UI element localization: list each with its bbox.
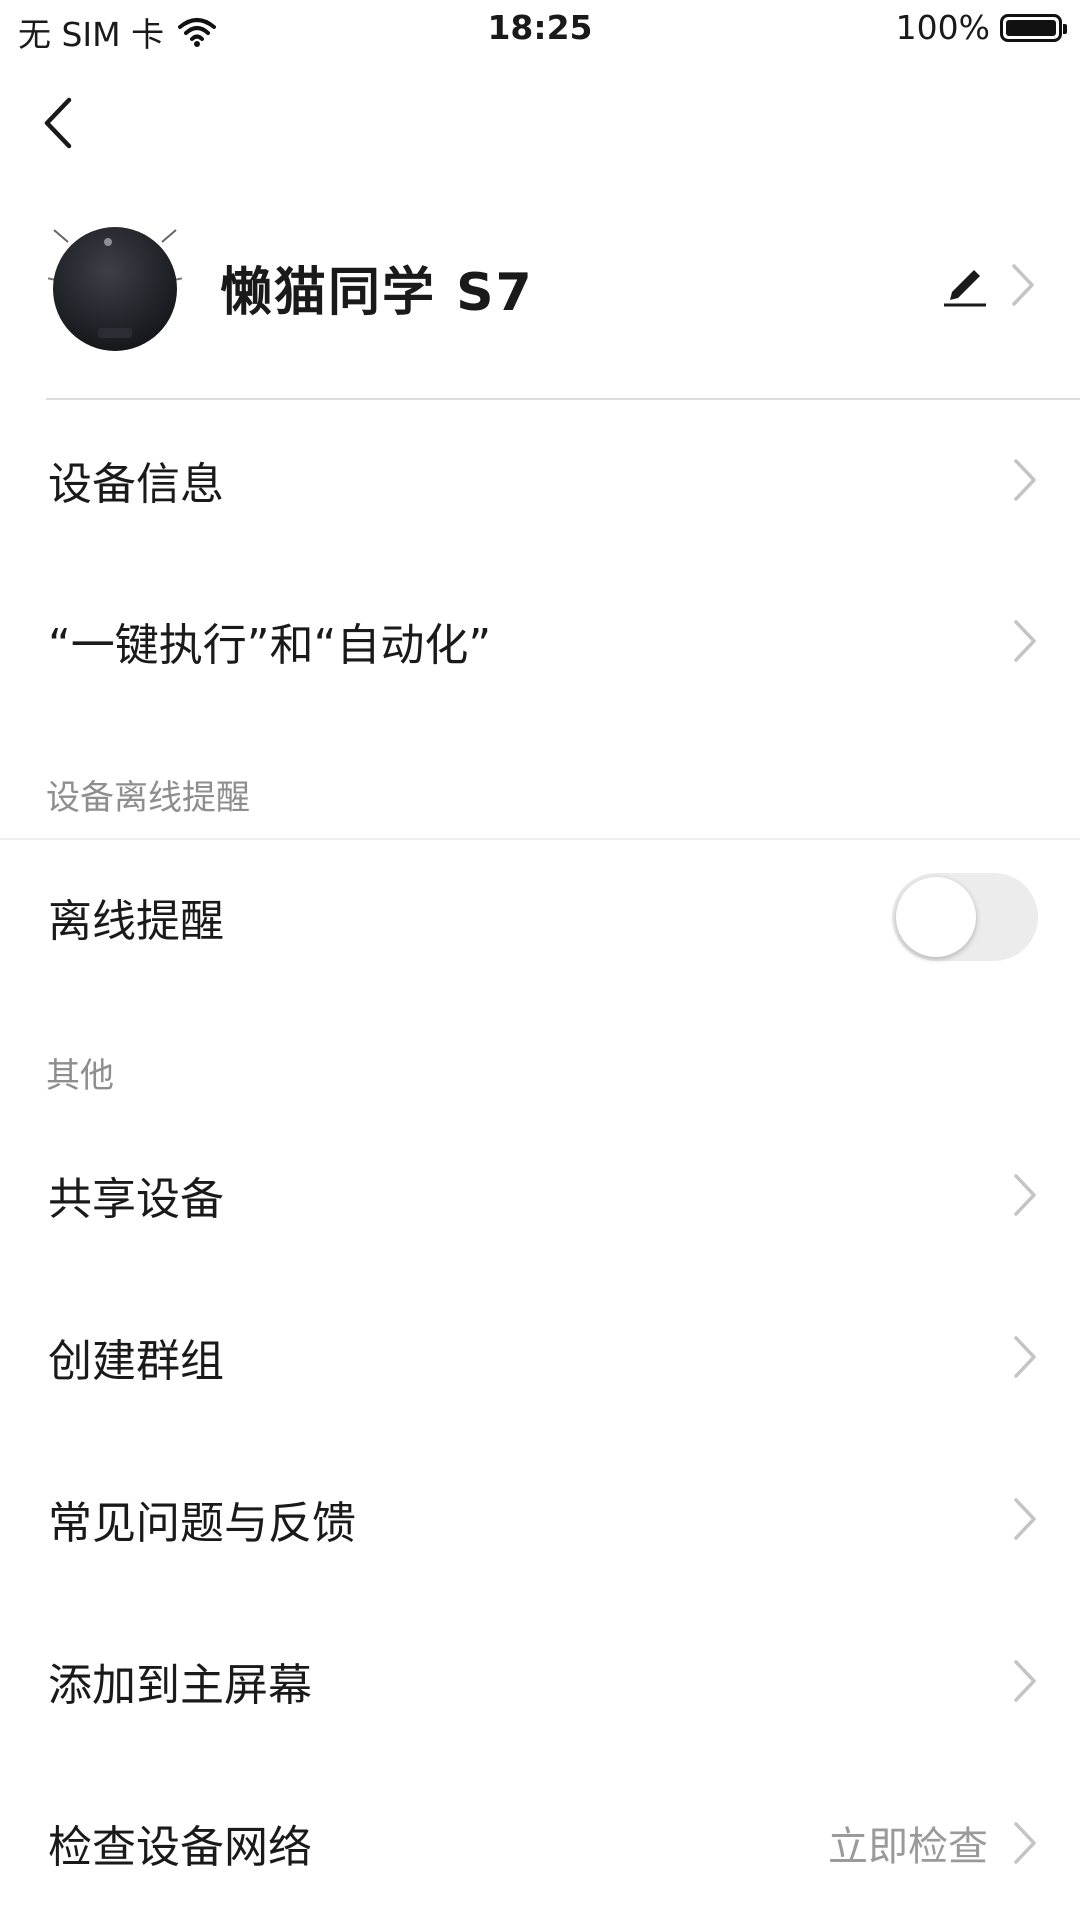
menu-item-label: 共享设备 — [48, 1174, 224, 1225]
battery-icon — [1000, 13, 1067, 42]
menu-item-check-network[interactable]: 检查设备网络 立即检查 — [0, 1788, 1080, 1898]
chevron-right-icon — [1014, 1336, 1036, 1378]
section-title-other: 其他 — [46, 1056, 114, 1096]
pencil-icon[interactable] — [940, 258, 990, 308]
menu-item-device-info[interactable]: 设备信息 — [0, 425, 1080, 535]
device-name: 懒猫同学 S7 — [220, 263, 534, 323]
chevron-right-icon — [1014, 459, 1036, 501]
chevron-right-icon — [1014, 1660, 1036, 1702]
menu-item-share-device[interactable]: 共享设备 — [0, 1140, 1080, 1250]
menu-item-faq-feedback[interactable]: 常见问题与反馈 — [0, 1464, 1080, 1574]
status-right: 100% — [895, 8, 1067, 47]
menu-item-create-group[interactable]: 创建群组 — [0, 1302, 1080, 1412]
menu-item-automation[interactable]: “一键执行”和“自动化” — [0, 586, 1080, 696]
menu-item-add-to-home[interactable]: 添加到主屏幕 — [0, 1626, 1080, 1736]
offline-reminder-row: 离线提醒 — [0, 862, 1080, 972]
menu-item-label: 常见问题与反馈 — [48, 1498, 356, 1549]
menu-item-label: 创建群组 — [48, 1336, 224, 1387]
chevron-right-icon — [1014, 1174, 1036, 1216]
chevron-right-icon — [1014, 1498, 1036, 1540]
menu-item-label: “一键执行”和“自动化” — [48, 620, 492, 671]
menu-item-label: 检查设备网络 — [48, 1822, 312, 1873]
chevron-right-icon — [1012, 264, 1034, 306]
offline-reminder-label: 离线提醒 — [48, 896, 224, 947]
check-now-value: 立即检查 — [828, 1824, 988, 1870]
robot-vacuum-image — [48, 227, 182, 351]
chevron-right-icon — [1014, 620, 1036, 662]
toggle-knob — [896, 877, 976, 957]
section-title-offline: 设备离线提醒 — [46, 778, 250, 818]
header-divider — [46, 398, 1080, 400]
menu-item-label: 设备信息 — [48, 459, 224, 510]
menu-item-label: 添加到主屏幕 — [48, 1660, 312, 1711]
section-divider — [0, 838, 1080, 840]
status-bar: 无 SIM 卡 18:25 100% — [0, 0, 1080, 60]
device-header[interactable]: 懒猫同学 S7 — [0, 210, 1080, 360]
chevron-right-icon — [1014, 1822, 1036, 1864]
back-button[interactable] — [28, 88, 88, 158]
back-arrow-icon — [44, 97, 72, 149]
offline-reminder-toggle[interactable] — [892, 873, 1038, 961]
battery-percent: 100% — [895, 8, 990, 47]
